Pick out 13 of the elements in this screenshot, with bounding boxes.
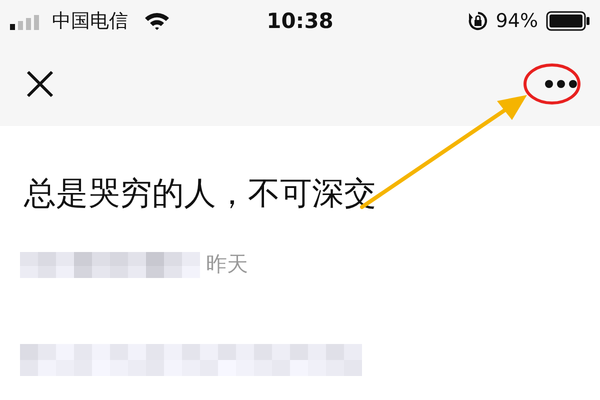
more-button[interactable] bbox=[544, 79, 578, 89]
battery-icon bbox=[546, 11, 590, 31]
highlight-circle bbox=[524, 64, 580, 104]
more-icon bbox=[544, 79, 578, 89]
article-title: 总是哭穷的人，不可深交 bbox=[24, 173, 377, 214]
publish-date: 昨天 bbox=[206, 251, 248, 278]
close-icon bbox=[26, 70, 54, 98]
clock-time: 10:38 bbox=[266, 9, 334, 33]
battery-percent: 94% bbox=[496, 10, 538, 32]
wifi-icon bbox=[144, 11, 170, 31]
carrier-name: 中国电信 bbox=[52, 9, 128, 34]
close-button[interactable] bbox=[26, 70, 54, 98]
rotation-lock-icon bbox=[468, 11, 488, 31]
